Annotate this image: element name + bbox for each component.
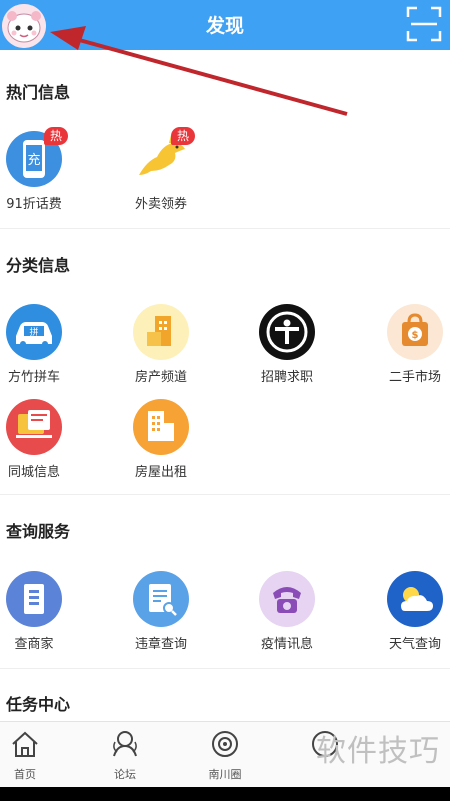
tab-label: 论坛: [114, 768, 136, 781]
item-real-estate[interactable]: 房产频道: [105, 304, 217, 385]
item-takeout-coupon[interactable]: 热 外卖领券: [105, 127, 217, 212]
circle-icon: [212, 731, 238, 757]
item-carpool[interactable]: 拼 方竹拼车: [0, 304, 90, 385]
divider: [0, 228, 450, 229]
phone-alert-icon: [259, 571, 315, 627]
divider: [0, 668, 450, 669]
section-title-hot: 热门信息: [6, 83, 71, 102]
home-icon: [12, 731, 38, 757]
item-epidemic-info[interactable]: 疫情讯息: [231, 571, 343, 652]
page-title: 发现: [205, 15, 244, 37]
item-recruitment[interactable]: 招聘求职: [231, 304, 343, 385]
item-label: 招聘求职: [260, 370, 313, 385]
hot-badge: 热: [44, 127, 69, 145]
item-label: 房屋出租: [134, 465, 187, 480]
hot-badge: 热: [171, 127, 196, 145]
scan-button[interactable]: [406, 6, 442, 42]
item-label: 二手市场: [388, 370, 441, 385]
recruitment-icon: [259, 304, 315, 360]
phone-recharge-icon: 充 热: [6, 127, 69, 187]
scan-icon: [406, 6, 442, 42]
item-label: 外卖领券: [134, 197, 187, 212]
top-bar: 发现: [0, 0, 450, 50]
store-icon: [6, 571, 62, 627]
tab-label: 首页: [14, 768, 36, 781]
item-label: 方竹拼车: [7, 370, 60, 385]
weather-icon: [387, 571, 443, 627]
item-label: 同城信息: [7, 465, 60, 480]
kangaroo-icon: 热: [133, 127, 196, 187]
item-house-rent[interactable]: 房屋出租: [105, 399, 217, 480]
screen-bottom-edge: [0, 787, 450, 801]
item-second-hand[interactable]: $ 二手市场: [359, 304, 450, 385]
watermark: 软件技巧: [316, 734, 440, 769]
item-label: 91折话费: [6, 197, 62, 212]
item-label: 疫情讯息: [260, 637, 313, 652]
item-local-info[interactable]: 同城信息: [0, 399, 90, 480]
item-label: 天气查询: [388, 637, 441, 652]
section-title-task: 任务中心: [6, 695, 71, 714]
item-traffic-violation[interactable]: 违章查询: [105, 571, 217, 652]
item-label: 房产频道: [134, 370, 187, 385]
tab-nanchuan-circle[interactable]: 南川圈: [185, 728, 265, 782]
tab-forum[interactable]: 论坛: [85, 728, 165, 782]
section-title-category: 分类信息: [6, 256, 71, 275]
item-weather[interactable]: 天气查询: [359, 571, 450, 652]
item-label: 违章查询: [134, 637, 187, 652]
tab-label: 南川圈: [208, 768, 242, 781]
svg-text:拼: 拼: [29, 326, 38, 338]
car-icon: 拼: [6, 304, 62, 360]
section-title-query: 查询服务: [6, 522, 71, 541]
news-board-icon: [6, 399, 62, 455]
building-rent-icon: [133, 399, 189, 455]
item-91-recharge[interactable]: 充 热 91折话费: [0, 127, 90, 212]
divider: [0, 494, 450, 495]
building-icon: [133, 304, 189, 360]
item-find-merchant[interactable]: 查商家: [0, 571, 90, 652]
item-label: 查商家: [14, 637, 54, 652]
tab-home[interactable]: 首页: [0, 728, 65, 782]
shopping-bag-icon: $: [387, 304, 443, 360]
forum-icon: [113, 731, 137, 757]
svg-text:充: 充: [27, 152, 40, 168]
violation-search-icon: [133, 571, 189, 627]
svg-text:$: $: [412, 330, 419, 341]
